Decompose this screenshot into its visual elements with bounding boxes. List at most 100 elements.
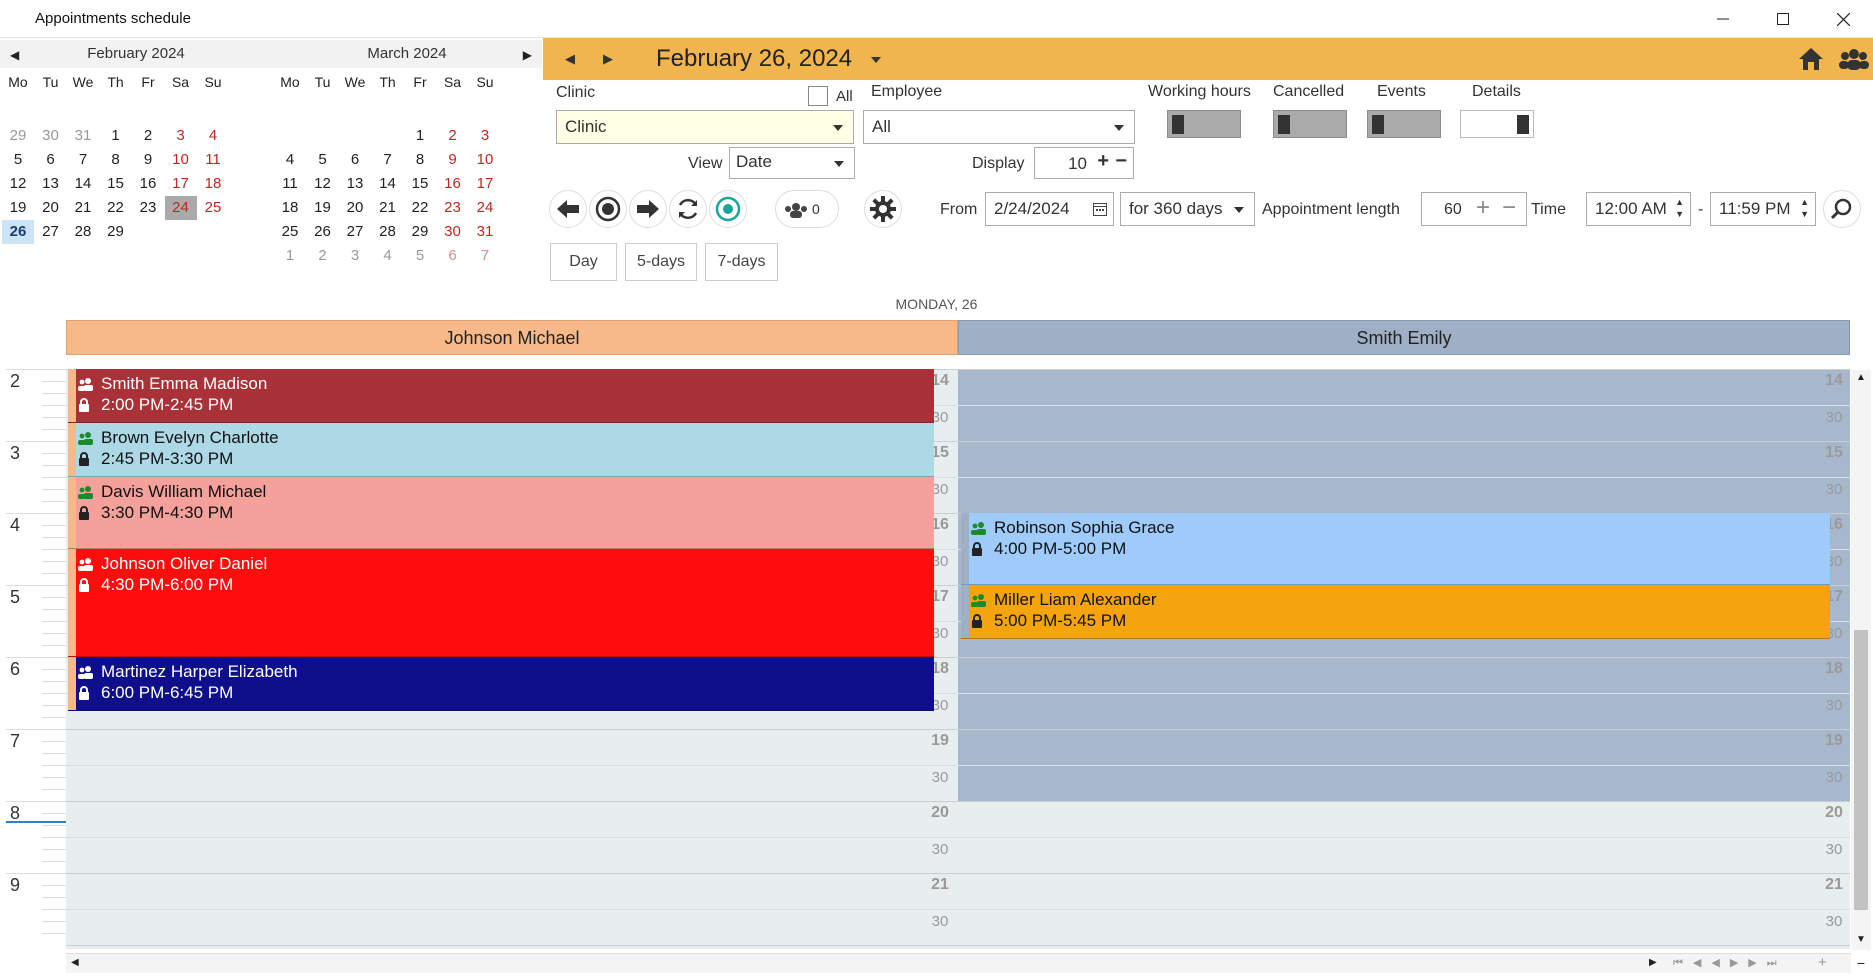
- time-to-input[interactable]: 11:59 PM ▲ ▼: [1710, 192, 1816, 226]
- scroll-right-icon[interactable]: ▶: [1649, 957, 1657, 968]
- zoom-out-button[interactable]: −: [1851, 953, 1871, 973]
- calendar-day[interactable]: 3: [339, 244, 371, 268]
- appointment-length-stepper[interactable]: 60 + −: [1421, 192, 1527, 226]
- appointment-block[interactable]: Brown Evelyn Charlotte 2:45 PM-3:30 PM: [68, 423, 934, 477]
- calendar-day[interactable]: 3: [469, 124, 501, 148]
- calendar-day[interactable]: 3: [165, 124, 197, 148]
- calendar-day[interactable]: 22: [100, 196, 132, 220]
- events-toggle[interactable]: [1367, 110, 1441, 138]
- increase-icon[interactable]: +: [1097, 150, 1109, 173]
- calendar-day[interactable]: 15: [100, 172, 132, 196]
- refresh-button[interactable]: [669, 190, 707, 228]
- calendar-day[interactable]: 5: [2, 148, 34, 172]
- calendar-day[interactable]: 7: [372, 148, 404, 172]
- scrollbar-thumb[interactable]: [1854, 630, 1868, 910]
- calendar-day[interactable]: 29: [404, 220, 436, 244]
- search-button[interactable]: [1823, 190, 1861, 228]
- employee-column-header[interactable]: Johnson Michael: [66, 320, 958, 355]
- period-select[interactable]: for 360 days: [1120, 192, 1255, 226]
- close-button[interactable]: [1813, 0, 1873, 38]
- employee-select[interactable]: All: [863, 110, 1135, 144]
- from-date-input[interactable]: 2/24/2024: [985, 192, 1114, 226]
- horizontal-scrollbar[interactable]: ◀ ▶ ⏮◀◀▶▶⏭ +: [66, 953, 1851, 973]
- calendar-day[interactable]: 14: [67, 172, 99, 196]
- calendar-day[interactable]: 31: [67, 124, 99, 148]
- calendar-day[interactable]: 15: [404, 172, 436, 196]
- calendar-day[interactable]: 25: [197, 196, 229, 220]
- decrease-icon[interactable]: −: [1502, 194, 1516, 222]
- tab-5-days[interactable]: 5-days: [625, 243, 697, 281]
- time-spin-icon[interactable]: ▲ ▼: [1800, 196, 1809, 220]
- next-date-button[interactable]: ▶: [603, 51, 613, 67]
- calendar-day[interactable]: 24: [469, 196, 501, 220]
- prev-date-button[interactable]: ◀: [565, 51, 575, 67]
- calendar-day[interactable]: 2: [132, 124, 164, 148]
- calendar-day[interactable]: 30: [437, 220, 469, 244]
- maximize-button[interactable]: [1753, 0, 1813, 38]
- calendar-day[interactable]: 28: [372, 220, 404, 244]
- calendar-day[interactable]: 7: [469, 244, 501, 268]
- calendar-day[interactable]: 21: [67, 196, 99, 220]
- calendar-day[interactable]: 2: [307, 244, 339, 268]
- calendar-day[interactable]: 20: [339, 196, 371, 220]
- calendar-day[interactable]: 8: [404, 148, 436, 172]
- calendar-day[interactable]: 6: [437, 244, 469, 268]
- calendar-day[interactable]: 4: [372, 244, 404, 268]
- all-clinics-checkbox[interactable]: [808, 86, 828, 106]
- calendar-day[interactable]: 9: [132, 148, 164, 172]
- calendar-day[interactable]: 1: [274, 244, 306, 268]
- minimize-button[interactable]: [1693, 0, 1753, 38]
- appointment-block[interactable]: Robinson Sophia Grace 4:00 PM-5:00 PM: [961, 513, 1830, 585]
- calendar-day[interactable]: 29: [100, 220, 132, 244]
- calendar-day[interactable]: 12: [307, 172, 339, 196]
- calendar-day[interactable]: 19: [307, 196, 339, 220]
- calendar-day[interactable]: 9: [437, 148, 469, 172]
- forward-button[interactable]: [629, 190, 667, 228]
- calendar-day[interactable]: 23: [132, 196, 164, 220]
- scroll-up-icon[interactable]: ▲: [1856, 372, 1866, 383]
- calendar-day[interactable]: 23: [437, 196, 469, 220]
- employee-column-header[interactable]: Smith Emily: [958, 320, 1850, 355]
- calendar-day[interactable]: 13: [339, 172, 371, 196]
- decrease-icon[interactable]: −: [1115, 150, 1127, 173]
- calendar-day[interactable]: 16: [437, 172, 469, 196]
- calendar-day[interactable]: 30: [35, 124, 67, 148]
- calendar-day[interactable]: 21: [372, 196, 404, 220]
- calendar-day[interactable]: 26: [2, 220, 34, 244]
- calendar-day[interactable]: 27: [35, 220, 67, 244]
- tab-day[interactable]: Day: [550, 243, 617, 281]
- calendar-day[interactable]: 22: [404, 196, 436, 220]
- appointment-block[interactable]: Miller Liam Alexander 5:00 PM-5:45 PM: [961, 585, 1830, 639]
- view-eye-button[interactable]: [709, 190, 747, 228]
- calendar-day[interactable]: 17: [469, 172, 501, 196]
- calendar-day[interactable]: 5: [404, 244, 436, 268]
- calendar-day[interactable]: 4: [274, 148, 306, 172]
- calendar-day[interactable]: 29: [2, 124, 34, 148]
- working-hours-toggle[interactable]: [1167, 110, 1241, 138]
- tab-7-days[interactable]: 7-days: [705, 243, 778, 281]
- date-dropdown-icon[interactable]: [871, 57, 881, 63]
- calendar-day[interactable]: 11: [274, 172, 306, 196]
- settings-button[interactable]: [864, 190, 902, 228]
- calendar-day[interactable]: 10: [469, 148, 501, 172]
- calendar-day[interactable]: 7: [67, 148, 99, 172]
- scroll-down-icon[interactable]: ▼: [1856, 934, 1866, 945]
- appointment-block[interactable]: Martinez Harper Elizabeth 6:00 PM-6:45 PM: [68, 657, 934, 711]
- calendar-day[interactable]: 1: [100, 124, 132, 148]
- time-spin-icon[interactable]: ▲ ▼: [1675, 196, 1684, 220]
- group-count-button[interactable]: 0: [775, 190, 839, 228]
- details-toggle[interactable]: [1460, 110, 1534, 138]
- calendar-day[interactable]: 12: [2, 172, 34, 196]
- calendar-day[interactable]: 1: [404, 124, 436, 148]
- home-button[interactable]: [1791, 38, 1831, 80]
- calendar-day[interactable]: 6: [339, 148, 371, 172]
- appointment-block[interactable]: Johnson Oliver Daniel 4:30 PM-6:00 PM: [68, 549, 934, 657]
- scroll-left-icon[interactable]: ◀: [71, 957, 79, 968]
- record-button[interactable]: [589, 190, 627, 228]
- calendar-day[interactable]: 4: [197, 124, 229, 148]
- calendar-day[interactable]: 27: [339, 220, 371, 244]
- vertical-scrollbar[interactable]: ▲ ▼: [1851, 370, 1871, 950]
- calendar-day[interactable]: 26: [307, 220, 339, 244]
- calendar-day[interactable]: 19: [2, 196, 34, 220]
- view-select[interactable]: Date: [729, 147, 855, 179]
